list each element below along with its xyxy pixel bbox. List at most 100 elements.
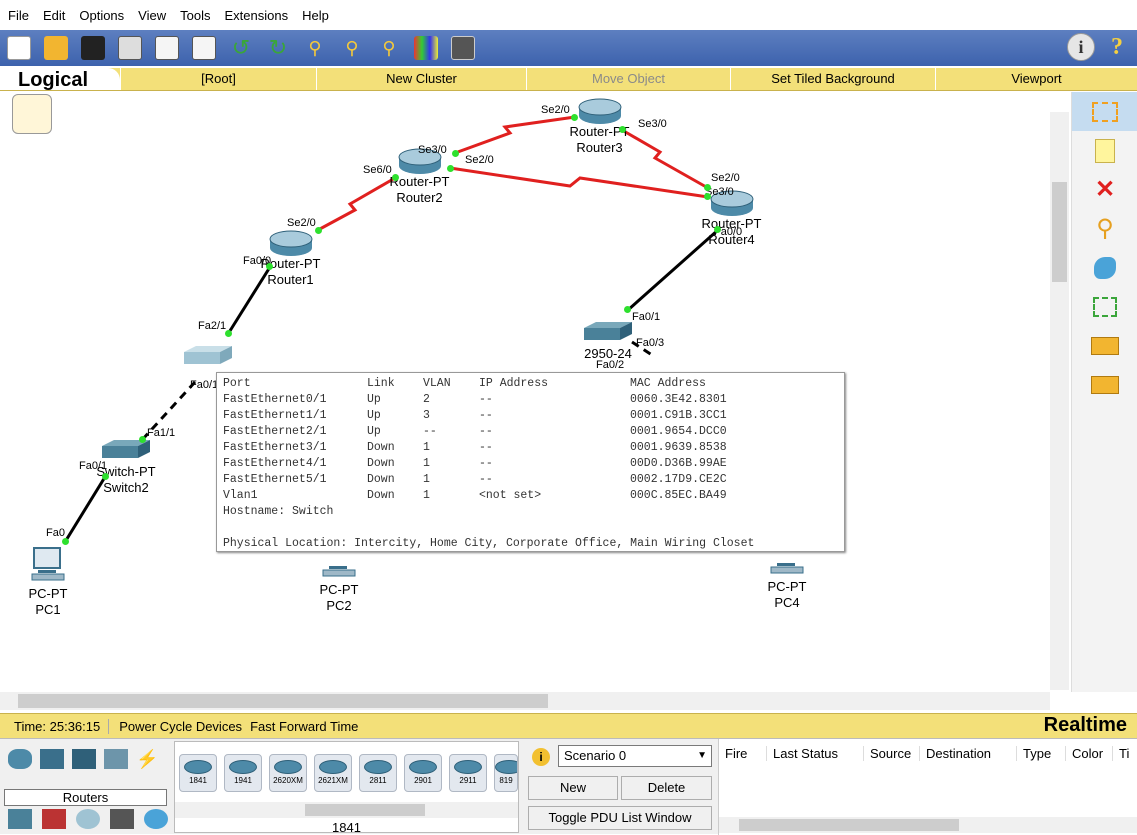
add-simple-pdu-icon[interactable] [1072, 326, 1137, 365]
open-icon[interactable] [41, 33, 71, 63]
port-cell: FastEthernet4/1 [223, 457, 327, 470]
menu-edit[interactable]: Edit [37, 8, 73, 23]
activity-wizard-icon[interactable] [152, 33, 182, 63]
menu-view[interactable]: View [132, 8, 174, 23]
vlan-cell: 3 [423, 409, 430, 422]
menu-tools[interactable]: Tools [174, 8, 218, 23]
new-cluster-button[interactable]: New Cluster [316, 68, 526, 90]
mac-cell: 0060.3E42.8301 [630, 393, 727, 406]
pc1-model: PC-PT [28, 586, 68, 601]
pc4[interactable]: PC-PT PC4 [761, 547, 813, 611]
menu-options[interactable]: Options [73, 8, 132, 23]
model-2811[interactable]: 2811 [359, 754, 397, 792]
model-1941[interactable]: 1941 [224, 754, 262, 792]
zoom-in-icon[interactable]: ⚲ [300, 33, 330, 63]
logical-tab[interactable]: Logical [0, 68, 120, 91]
move-object-button: Move Object [526, 68, 730, 90]
pdu-table-scrollbar[interactable] [719, 817, 1137, 833]
link-cell: Down [367, 473, 395, 486]
location-line: Physical Location: Intercity, Home City,… [223, 537, 755, 550]
col-last-status[interactable]: Last Status [767, 745, 864, 761]
router3[interactable]: Router-PT Router3 [562, 96, 637, 156]
set-tiled-background-button[interactable]: Set Tiled Background [730, 68, 935, 90]
col-destination[interactable]: Destination [920, 745, 1017, 761]
port-label: Se2/0 [541, 104, 570, 116]
link-light [102, 473, 109, 480]
delete-icon[interactable]: ✕ [1072, 170, 1137, 209]
info-icon[interactable]: i [1067, 33, 1095, 61]
note-icon[interactable] [1072, 131, 1137, 170]
wireless-category-icon[interactable] [104, 749, 128, 769]
wan-emulation-icon[interactable] [76, 809, 100, 829]
zoom-out-icon[interactable]: ⚲ [374, 33, 404, 63]
add-complex-pdu-icon[interactable] [1072, 365, 1137, 404]
viewport-button[interactable]: Viewport [935, 68, 1137, 90]
model-1841[interactable]: 1841 [179, 754, 217, 792]
security-icon[interactable] [42, 809, 66, 829]
scroll-thumb[interactable] [305, 804, 425, 816]
model-label: 819 [499, 776, 513, 785]
custom-devices-icon[interactable] [110, 809, 134, 829]
save-icon[interactable] [78, 33, 108, 63]
port-label: Fa0/1 [79, 460, 108, 472]
switches-category-icon[interactable] [40, 749, 64, 769]
model-2620xm[interactable]: 2620XM [269, 754, 307, 792]
col-source[interactable]: Source [864, 745, 920, 761]
vertical-scrollbar[interactable] [1050, 112, 1069, 690]
pc1[interactable]: PC-PT PC1 [22, 546, 74, 618]
link-light [392, 174, 399, 181]
col-time[interactable]: Ti [1113, 746, 1133, 761]
print-icon[interactable] [115, 33, 145, 63]
help-icon[interactable]: ? [1103, 33, 1131, 61]
model-2621xm[interactable]: 2621XM [314, 754, 352, 792]
col-ip: IP Address [479, 377, 549, 390]
end-devices-icon[interactable] [8, 809, 32, 829]
inspect-icon[interactable]: ⚲ [1072, 209, 1137, 248]
workspace-bar: Logical [Root] New Cluster Move Object S… [0, 68, 1137, 91]
hubs-category-icon[interactable] [72, 749, 96, 769]
model-2911[interactable]: 2911 [449, 754, 487, 792]
redo-icon[interactable]: ↻ [263, 33, 293, 63]
custom-pdu-icon[interactable] [189, 33, 219, 63]
delete-scenario-button[interactable]: Delete [621, 776, 712, 800]
menu-help[interactable]: Help [296, 8, 337, 23]
model-list-scrollbar[interactable] [175, 802, 518, 818]
new-icon[interactable] [4, 33, 34, 63]
model-2901[interactable]: 2901 [404, 754, 442, 792]
pc2[interactable]: PC-PT PC2 [313, 550, 365, 614]
menu-extensions[interactable]: Extensions [218, 8, 296, 23]
multiuser-icon[interactable] [144, 809, 168, 829]
toggle-pdu-list-button[interactable]: Toggle PDU List Window [528, 806, 712, 830]
col-type[interactable]: Type [1017, 745, 1066, 761]
root-button[interactable]: [Root] [120, 68, 316, 90]
menu-file[interactable]: File [2, 8, 37, 23]
scroll-thumb[interactable] [739, 819, 959, 831]
scenario-info-icon[interactable]: i [532, 748, 550, 766]
horizontal-scrollbar[interactable] [0, 692, 1050, 710]
scroll-thumb[interactable] [18, 694, 548, 708]
select-icon[interactable] [1072, 92, 1137, 131]
connections-category-icon[interactable]: ⚡ [136, 749, 160, 769]
new-scenario-button[interactable]: New [528, 776, 618, 800]
scenario-select[interactable]: Scenario 0 ▼ [558, 745, 712, 767]
model-label: 2621XM [318, 776, 348, 785]
power-cycle-button[interactable]: Power Cycle Devices [109, 719, 246, 734]
zoom-reset-icon[interactable]: ⚲ [337, 33, 367, 63]
switch2-name: Switch2 [103, 480, 149, 495]
switch-2950[interactable]: 2950-24 [578, 320, 638, 362]
realtime-mode[interactable]: Realtime [1044, 714, 1127, 737]
draw-shape-icon[interactable] [1072, 248, 1137, 287]
resize-shape-icon[interactable] [1072, 287, 1137, 326]
col-color[interactable]: Color [1066, 745, 1113, 761]
switch-pt-icon[interactable] [182, 344, 234, 368]
scroll-thumb[interactable] [1052, 182, 1067, 282]
port-label: Se6/0 [363, 164, 392, 176]
col-fire[interactable]: Fire [719, 745, 767, 761]
undo-icon[interactable]: ↺ [226, 33, 256, 63]
palette-icon[interactable] [411, 33, 441, 63]
routers-category-icon[interactable] [8, 749, 32, 769]
model-819[interactable]: 819 [494, 754, 518, 792]
fast-forward-button[interactable]: Fast Forward Time [246, 719, 362, 734]
custom-device-icon[interactable] [448, 33, 478, 63]
pc2-name: PC2 [326, 598, 352, 613]
